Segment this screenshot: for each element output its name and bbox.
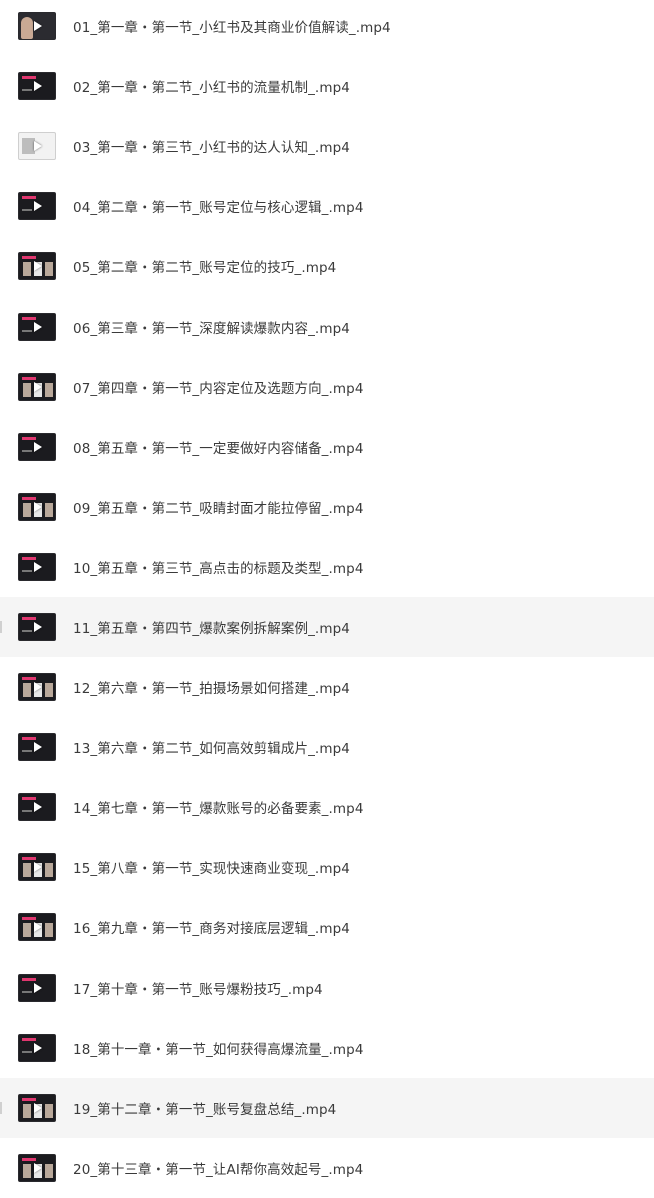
video-thumbnail-icon[interactable] — [18, 192, 56, 221]
file-row[interactable]: 13_第六章・第二节_如何高效剪辑成片_.mp4 — [0, 717, 654, 777]
file-row[interactable]: 19_第十二章・第一节_账号复盘总结_.mp4 — [0, 1077, 654, 1138]
play-icon — [34, 141, 42, 152]
play-icon — [34, 862, 42, 873]
play-icon — [34, 321, 42, 332]
file-row[interactable]: 14_第七章・第一节_爆款账号的必备要素_.mp4 — [0, 777, 654, 837]
file-row[interactable]: 01_第一章・第一节_小红书及其商业价值解读_.mp4 — [0, 0, 654, 56]
video-thumbnail-icon[interactable] — [18, 492, 56, 521]
play-icon — [34, 201, 42, 212]
file-name[interactable]: 03_第一章・第三节_小红书的达人认知_.mp4 — [73, 136, 350, 156]
video-thumbnail-icon[interactable] — [18, 132, 56, 161]
file-name[interactable]: 14_第七章・第一节_爆款账号的必备要素_.mp4 — [73, 797, 364, 817]
file-name[interactable]: 08_第五章・第一节_一定要做好内容储备_.mp4 — [73, 437, 364, 457]
file-name[interactable]: 20_第十三章・第一节_让AI帮你高效起号_.mp4 — [73, 1158, 363, 1178]
video-thumbnail-icon[interactable] — [18, 973, 56, 1002]
file-name[interactable]: 12_第六章・第一节_拍摄场景如何搭建_.mp4 — [73, 677, 350, 697]
play-icon — [34, 441, 42, 452]
video-thumbnail-icon[interactable] — [18, 312, 56, 341]
file-name[interactable]: 04_第二章・第一节_账号定位与核心逻辑_.mp4 — [73, 196, 364, 216]
video-thumbnail-icon[interactable] — [18, 853, 56, 882]
video-thumbnail-icon[interactable] — [18, 1153, 56, 1182]
play-icon — [34, 682, 42, 693]
play-icon — [34, 561, 42, 572]
video-thumbnail-icon[interactable] — [18, 913, 56, 942]
play-icon — [34, 802, 42, 813]
video-thumbnail-icon[interactable] — [18, 552, 56, 581]
file-row[interactable]: 04_第二章・第一节_账号定位与核心逻辑_.mp4 — [0, 176, 654, 236]
file-row[interactable]: 07_第四章・第一节_内容定位及选题方向_.mp4 — [0, 357, 654, 417]
file-row[interactable]: 20_第十三章・第一节_让AI帮你高效起号_.mp4 — [0, 1138, 654, 1198]
file-name[interactable]: 18_第十一章・第一节_如何获得高爆流量_.mp4 — [73, 1038, 364, 1058]
video-thumbnail-icon[interactable] — [18, 612, 56, 641]
video-thumbnail-icon[interactable] — [18, 72, 56, 101]
play-icon — [34, 621, 42, 632]
file-name[interactable]: 09_第五章・第二节_吸睛封面才能拉停留_.mp4 — [73, 497, 364, 517]
play-icon — [34, 922, 42, 933]
video-thumbnail-icon[interactable] — [18, 1093, 56, 1122]
play-icon — [34, 982, 42, 993]
play-icon — [34, 501, 42, 512]
play-icon — [34, 1162, 42, 1173]
file-name[interactable]: 11_第五章・第四节_爆款案例拆解案例_.mp4 — [73, 617, 350, 637]
play-icon — [34, 1042, 42, 1053]
video-thumbnail-icon[interactable] — [18, 1033, 56, 1062]
file-name[interactable]: 05_第二章・第二节_账号定位的技巧_.mp4 — [73, 256, 336, 276]
file-name[interactable]: 16_第九章・第一节_商务对接底层逻辑_.mp4 — [73, 917, 350, 937]
play-icon — [34, 81, 42, 92]
play-icon — [34, 1102, 42, 1113]
play-icon — [34, 261, 42, 272]
file-name[interactable]: 06_第三章・第一节_深度解读爆款内容_.mp4 — [73, 317, 350, 337]
file-name[interactable]: 17_第十章・第一节_账号爆粉技巧_.mp4 — [73, 978, 323, 998]
file-row[interactable]: 17_第十章・第一节_账号爆粉技巧_.mp4 — [0, 958, 654, 1018]
video-thumbnail-icon[interactable] — [18, 252, 56, 281]
file-row[interactable]: 12_第六章・第一节_拍摄场景如何搭建_.mp4 — [0, 657, 654, 717]
play-icon — [34, 21, 42, 32]
file-row[interactable]: 08_第五章・第一节_一定要做好内容储备_.mp4 — [0, 417, 654, 477]
file-name[interactable]: 07_第四章・第一节_内容定位及选题方向_.mp4 — [73, 377, 364, 397]
file-row[interactable]: 05_第二章・第二节_账号定位的技巧_.mp4 — [0, 236, 654, 296]
file-row[interactable]: 10_第五章・第三节_高点击的标题及类型_.mp4 — [0, 537, 654, 597]
file-row[interactable]: 11_第五章・第四节_爆款案例拆解案例_.mp4 — [0, 596, 654, 658]
file-name[interactable]: 01_第一章・第一节_小红书及其商业价值解读_.mp4 — [73, 16, 391, 36]
play-icon — [34, 742, 42, 753]
video-thumbnail-icon[interactable] — [18, 432, 56, 461]
file-name[interactable]: 19_第十二章・第一节_账号复盘总结_.mp4 — [73, 1098, 336, 1118]
file-row[interactable]: 15_第八章・第一节_实现快速商业变现_.mp4 — [0, 837, 654, 897]
file-row[interactable]: 18_第十一章・第一节_如何获得高爆流量_.mp4 — [0, 1018, 654, 1078]
file-row[interactable]: 16_第九章・第一节_商务对接底层逻辑_.mp4 — [0, 897, 654, 957]
video-thumbnail-icon[interactable] — [18, 12, 56, 41]
file-name[interactable]: 13_第六章・第二节_如何高效剪辑成片_.mp4 — [73, 737, 350, 757]
file-row[interactable]: 02_第一章・第二节_小红书的流量机制_.mp4 — [0, 56, 654, 116]
file-row[interactable]: 03_第一章・第三节_小红书的达人认知_.mp4 — [0, 116, 654, 176]
file-name[interactable]: 02_第一章・第二节_小红书的流量机制_.mp4 — [73, 76, 350, 96]
file-name[interactable]: 15_第八章・第一节_实现快速商业变现_.mp4 — [73, 857, 350, 877]
file-row[interactable]: 06_第三章・第一节_深度解读爆款内容_.mp4 — [0, 296, 654, 356]
video-thumbnail-icon[interactable] — [18, 733, 56, 762]
video-thumbnail-icon[interactable] — [18, 372, 56, 401]
file-name[interactable]: 10_第五章・第三节_高点击的标题及类型_.mp4 — [73, 557, 364, 577]
play-icon — [34, 381, 42, 392]
video-thumbnail-icon[interactable] — [18, 673, 56, 702]
file-row[interactable]: 09_第五章・第二节_吸睛封面才能拉停留_.mp4 — [0, 477, 654, 537]
file-list: 01_第一章・第一节_小红书及其商业价值解读_.mp4 02_第一章・第二节_小红… — [0, 0, 654, 1198]
video-thumbnail-icon[interactable] — [18, 793, 56, 822]
